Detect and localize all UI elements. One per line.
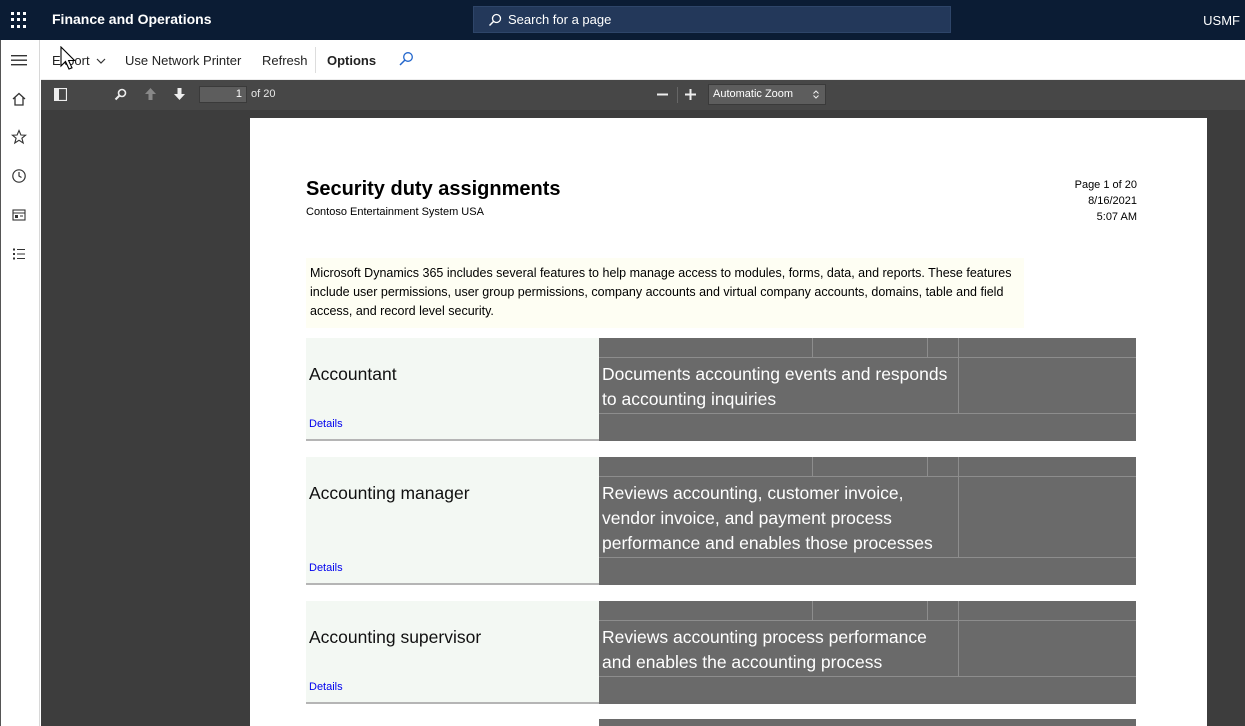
action-pane: Export Use Network Printer Refresh Optio… — [41, 40, 1245, 80]
action-search-icon[interactable] — [398, 51, 414, 67]
role-row: Accountant Details Documents accounting … — [306, 338, 1136, 441]
role-description: Documents accounting events and responds… — [602, 364, 948, 409]
role-details-link[interactable]: Details — [309, 418, 343, 430]
role-description-cell: Reviews accounting process performance a… — [599, 601, 1136, 704]
role-description-cell: Reviews accounting, customer invoice, ve… — [599, 457, 1136, 585]
role-row: Accounting manager Details Reviews accou… — [306, 457, 1136, 585]
pdf-viewer-canvas[interactable]: Security duty assignments Contoso Entert… — [41, 110, 1245, 726]
use-network-printer-button[interactable]: Use Network Printer — [125, 53, 241, 68]
role-details-link[interactable]: Details — [309, 681, 343, 693]
report-title: Security duty assignments — [306, 178, 561, 200]
search-icon — [488, 13, 502, 26]
zoom-value: Automatic Zoom — [713, 88, 794, 100]
report-header-meta: Page 1 of 20 8/16/2021 5:07 AM — [1075, 177, 1137, 225]
report-date: 8/16/2021 — [1088, 195, 1137, 207]
modules-list-icon[interactable] — [9, 244, 29, 264]
favorites-star-icon[interactable] — [9, 127, 29, 147]
left-nav-pane — [0, 40, 40, 726]
zoom-select[interactable]: Automatic Zoom — [708, 84, 826, 105]
page-total-label: of 20 — [251, 88, 276, 100]
home-icon[interactable] — [9, 89, 29, 109]
role-description-cell: Documents accounting events and responds… — [599, 338, 1136, 441]
mouse-cursor-icon — [60, 46, 76, 70]
role-description: Reviews accounting process performance a… — [602, 627, 927, 672]
top-nav-bar: Finance and Operations Search for a page… — [0, 0, 1245, 40]
next-page-arrow-icon[interactable] — [173, 87, 186, 101]
zoom-divider — [677, 87, 678, 103]
next-role-description-cell — [599, 719, 1136, 726]
sidebar-toggle-icon[interactable] — [54, 88, 67, 101]
refresh-button[interactable]: Refresh — [262, 53, 308, 68]
search-input[interactable]: Search for a page — [473, 6, 951, 33]
find-in-document-icon[interactable] — [114, 88, 127, 101]
select-arrows-icon — [813, 90, 819, 99]
page-indicator: Page 1 of 20 — [1074, 179, 1137, 191]
report-subtitle: Contoso Entertainment System USA — [306, 206, 484, 218]
zoom-in-icon[interactable] — [685, 89, 696, 100]
role-row: Accounting supervisor Details Reviews ac… — [306, 601, 1136, 704]
company-picker[interactable]: USMF — [1203, 13, 1240, 28]
previous-page-arrow-icon[interactable] — [144, 87, 157, 101]
recent-clock-icon[interactable] — [9, 166, 29, 186]
report-time: 5:07 AM — [1096, 211, 1137, 223]
workspaces-icon[interactable] — [9, 205, 29, 225]
page-number-input[interactable]: 1 — [199, 86, 247, 103]
role-name-cell: Accountant Details — [306, 338, 599, 441]
role-name: Accounting manager — [309, 483, 470, 503]
chevron-down-icon — [96, 58, 106, 64]
role-name: Accounting supervisor — [309, 627, 482, 647]
options-tab[interactable]: Options — [327, 53, 376, 68]
zoom-out-icon[interactable] — [657, 89, 668, 100]
role-name-cell: Accounting manager Details — [306, 457, 599, 585]
app-launcher-icon[interactable] — [11, 12, 27, 28]
report-intro-text: Microsoft Dynamics 365 includes several … — [306, 258, 1024, 328]
role-description: Reviews accounting, customer invoice, ve… — [602, 483, 933, 553]
report-page: Security duty assignments Contoso Entert… — [250, 118, 1207, 726]
app-title[interactable]: Finance and Operations — [52, 11, 211, 27]
pdf-viewer-toolbar: 1 of 20 Automatic Zoom — [41, 80, 1245, 110]
search-placeholder: Search for a page — [508, 12, 612, 27]
role-name-cell: Accounting supervisor Details — [306, 601, 599, 704]
toolbar-divider — [315, 47, 316, 73]
role-name: Accountant — [309, 364, 397, 384]
hamburger-menu-icon[interactable] — [9, 50, 29, 70]
role-details-link[interactable]: Details — [309, 562, 343, 574]
